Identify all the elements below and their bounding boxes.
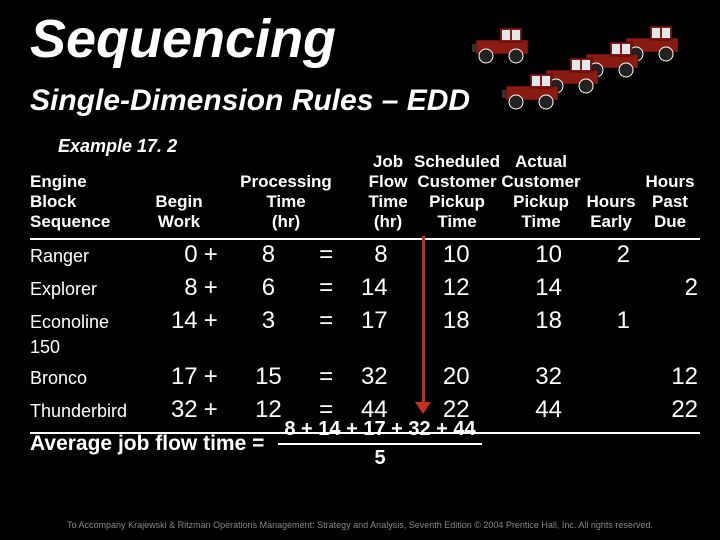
average-fraction: 8 + 14 + 17 + 32 + 44 5 <box>278 418 481 470</box>
average-numerator: 8 + 14 + 17 + 32 + 44 <box>278 418 481 445</box>
cell-begin: 0 <box>140 238 198 271</box>
table-row: Ranger 0 + 8 = 8 10 10 2 <box>30 238 698 271</box>
cell-proc: 3 <box>224 304 313 337</box>
table-row: Econoline 150 14 + 3 = 17 18 18 1 <box>30 304 698 360</box>
hdr-actual: Actual Customer Pickup Time <box>500 152 582 232</box>
cell-flow: 17 <box>339 304 387 337</box>
cell-past: 12 <box>644 360 698 393</box>
cell-name: Ranger <box>30 244 140 269</box>
cell-name: Econoline 150 <box>30 310 140 360</box>
cell-act: 10 <box>486 238 576 271</box>
hdr-past: Hours Past Due <box>640 172 700 232</box>
arrow-head-icon <box>415 402 431 414</box>
cell-act: 18 <box>486 304 576 337</box>
cell-name: Bronco <box>30 366 140 391</box>
table-row: Bronco 17 + 15 = 32 20 32 12 <box>30 360 698 393</box>
plus-sym: + <box>198 271 224 304</box>
eq-sym: = <box>313 360 339 393</box>
cell-sched: 12 <box>388 271 486 304</box>
average-label: Average job flow time = <box>30 432 278 456</box>
plus-sym: + <box>198 360 224 393</box>
cell-flow: 14 <box>339 271 387 304</box>
cell-begin: 17 <box>140 360 198 393</box>
eq-sym: = <box>313 304 339 337</box>
cell-flow: 8 <box>339 238 387 271</box>
hdr-sched: Scheduled Customer Pickup Time <box>414 152 500 232</box>
table-row: Explorer 8 + 6 = 14 12 14 2 <box>30 271 698 304</box>
hdr-early: Hours Early <box>582 192 640 232</box>
eq-sym: = <box>313 271 339 304</box>
arrow-icon <box>422 236 425 404</box>
hdr-proc: Processing Time (hr) <box>238 172 334 232</box>
cell-proc: 8 <box>224 238 313 271</box>
table-header: Engine Block Sequence Begin Work Process… <box>30 152 700 240</box>
cell-sched: 18 <box>388 304 486 337</box>
cell-begin: 14 <box>140 304 198 337</box>
cell-proc: 6 <box>224 271 313 304</box>
hdr-begin: Begin Work <box>148 192 210 232</box>
average-denominator: 5 <box>374 445 385 470</box>
cell-act: 14 <box>486 271 576 304</box>
cell-name: Explorer <box>30 277 140 302</box>
cars-decoration <box>470 14 700 119</box>
cell-early: 1 <box>576 304 644 337</box>
hdr-name: Engine Block Sequence <box>30 172 148 232</box>
cell-early: 2 <box>576 238 644 271</box>
cell-proc: 15 <box>224 360 313 393</box>
footer-text: To Accompany Krajewski & Ritzman Operati… <box>0 520 720 530</box>
table-body: Ranger 0 + 8 = 8 10 10 2 Explorer 8 + 6 … <box>30 238 700 434</box>
average-row: Average job flow time = 8 + 14 + 17 + 32… <box>30 418 700 470</box>
cell-past: 2 <box>644 271 698 304</box>
eq-sym: = <box>313 238 339 271</box>
cell-begin: 8 <box>140 271 198 304</box>
plus-sym: + <box>198 304 224 337</box>
slide-subtitle: Single-Dimension Rules – EDD <box>30 84 470 118</box>
hdr-flow: Job Flow Time (hr) <box>362 152 414 232</box>
slide-title: Sequencing <box>30 8 336 70</box>
cell-flow: 32 <box>339 360 387 393</box>
cell-act: 32 <box>486 360 576 393</box>
plus-sym: + <box>198 238 224 271</box>
cell-sched: 10 <box>388 238 486 271</box>
cell-sched: 20 <box>388 360 486 393</box>
